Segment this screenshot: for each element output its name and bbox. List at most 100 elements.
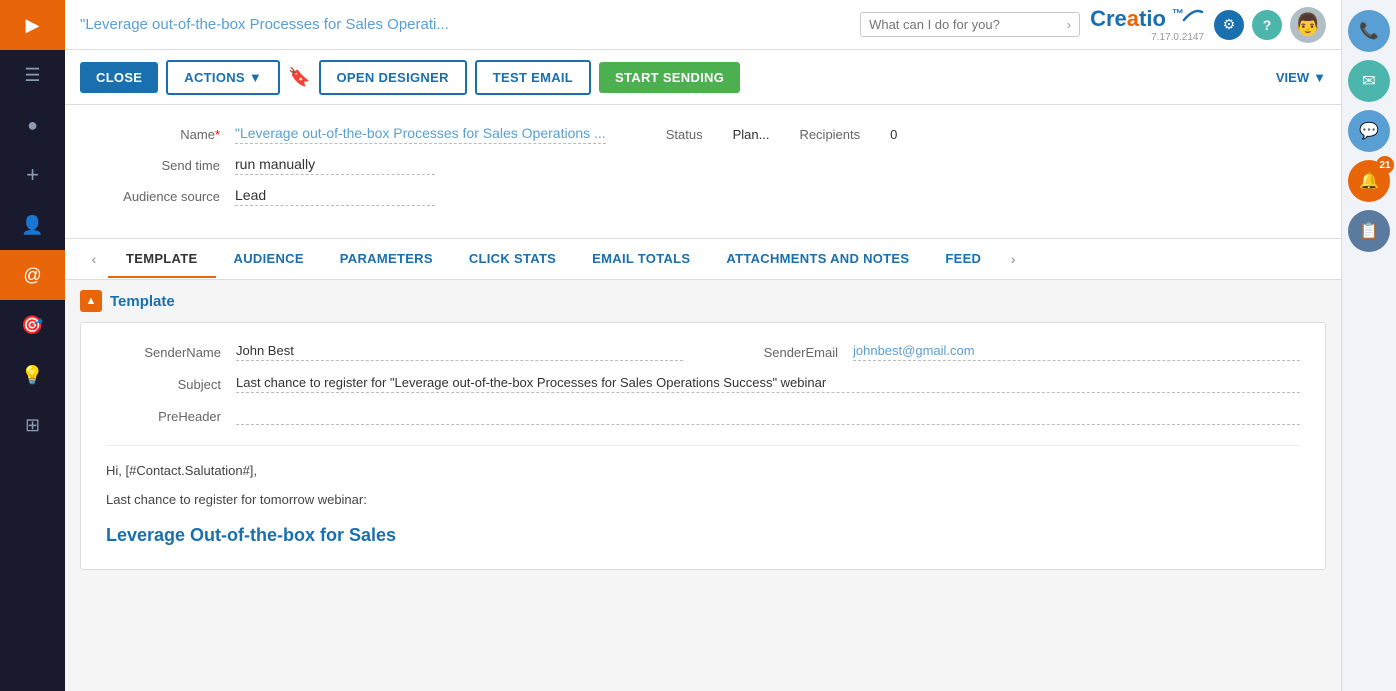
- test-email-button[interactable]: TEST EMAIL: [475, 60, 591, 95]
- tab-email-totals[interactable]: EMAIL TOTALS: [574, 241, 708, 278]
- logo-area: Creatio ™ 7.17.0.2147: [1090, 6, 1204, 43]
- dropdown-arrow-icon: ▼: [249, 70, 262, 85]
- preheader-value[interactable]: [236, 407, 1300, 425]
- view-dropdown-icon: ▼: [1313, 70, 1326, 85]
- template-section-toggle[interactable]: ▲: [80, 290, 102, 312]
- chevron-right-icon: ▶: [26, 15, 40, 36]
- form-row-audience: Audience source Lead: [95, 187, 1311, 206]
- phone-icon: 📞: [1359, 21, 1379, 41]
- tab-prev-arrow[interactable]: ‹: [80, 239, 108, 279]
- chevron-right-icon: ›: [1067, 17, 1071, 32]
- content-area: ▲ Template SenderName John Best SenderEm…: [65, 280, 1341, 691]
- sidebar-item-user[interactable]: 👤: [0, 200, 65, 250]
- preheader-label: PreHeader: [106, 409, 236, 424]
- creatio-logo: Creatio ™: [1090, 6, 1184, 32]
- bulb-icon: 💡: [21, 365, 43, 386]
- status-value: Plan...: [733, 127, 770, 142]
- right-sidebar: 📞 ✉ 💬 🔔 21 📋: [1341, 0, 1396, 691]
- help-icon[interactable]: ?: [1252, 10, 1282, 40]
- sidebar-collapse-button[interactable]: ▶: [0, 0, 65, 50]
- sidebar-item-grid[interactable]: ⊞: [0, 400, 65, 450]
- creatio-swoosh: [1182, 8, 1204, 22]
- clipboard-icon: 📋: [1359, 221, 1379, 241]
- header-actions: ⚙ ? 👨: [1214, 7, 1326, 43]
- tab-next-arrow[interactable]: ›: [999, 239, 1027, 279]
- sender-email-value[interactable]: johnbest@gmail.com: [853, 343, 1300, 361]
- bookmark-button[interactable]: 🔖: [288, 67, 310, 88]
- email-body: Hi, [#Contact.Salutation#], Last chance …: [106, 445, 1300, 549]
- actions-button[interactable]: ACTIONS ▼: [166, 60, 280, 95]
- subject-field-row: Subject Last chance to register for "Lev…: [106, 375, 1300, 393]
- settings-icon[interactable]: ⚙: [1214, 10, 1244, 40]
- template-sender-row: SenderName John Best SenderEmail johnbes…: [106, 343, 1300, 361]
- send-time-value[interactable]: run manually: [235, 156, 435, 175]
- plus-icon: +: [26, 162, 39, 188]
- sender-name-label: SenderName: [106, 345, 236, 360]
- bell-icon: 🔔: [1359, 171, 1379, 191]
- view-label: VIEW: [1276, 70, 1309, 85]
- name-value[interactable]: "Leverage out-of-the-box Processes for S…: [235, 125, 606, 144]
- version-text: 7.17.0.2147: [1151, 32, 1204, 43]
- open-designer-button[interactable]: OPEN DESIGNER: [319, 60, 467, 95]
- notification-button[interactable]: 🔔 21: [1348, 160, 1390, 202]
- actions-label: ACTIONS: [184, 70, 245, 85]
- template-section-header: ▲ Template: [80, 290, 1326, 312]
- email-button[interactable]: ✉: [1348, 60, 1390, 102]
- tab-click-stats[interactable]: CLICK STATS: [451, 241, 574, 278]
- tab-template[interactable]: TEMPLATE: [108, 241, 216, 278]
- at-icon: @: [23, 265, 41, 286]
- start-sending-button[interactable]: START SENDING: [599, 62, 740, 93]
- clipboard-button[interactable]: 📋: [1348, 210, 1390, 252]
- tab-audience[interactable]: AUDIENCE: [216, 241, 322, 278]
- status-label: Status: [666, 127, 703, 142]
- phone-button[interactable]: 📞: [1348, 10, 1390, 52]
- email-line1: Last chance to register for tomorrow web…: [106, 490, 1300, 511]
- top-header: "Leverage out-of-the-box Processes for S…: [65, 0, 1341, 50]
- email-greeting: Hi, [#Contact.Salutation#],: [106, 461, 1300, 482]
- subject-value[interactable]: Last chance to register for "Leverage ou…: [236, 375, 1300, 393]
- menu-icon: ☰: [24, 65, 40, 86]
- sidebar-item-add[interactable]: +: [0, 150, 65, 200]
- play-icon: ●: [27, 115, 38, 136]
- tab-feed[interactable]: FEED: [927, 241, 999, 278]
- search-box[interactable]: ›: [860, 12, 1080, 37]
- main-area: "Leverage out-of-the-box Processes for S…: [65, 0, 1341, 691]
- tab-parameters[interactable]: PARAMETERS: [322, 241, 451, 278]
- target-icon: 🎯: [21, 315, 43, 336]
- template-card: SenderName John Best SenderEmail johnbes…: [80, 322, 1326, 570]
- sidebar-item-play[interactable]: ●: [0, 100, 65, 150]
- toolbar: CLOSE ACTIONS ▼ 🔖 OPEN DESIGNER TEST EMA…: [65, 50, 1341, 105]
- chat-button[interactable]: 💬: [1348, 110, 1390, 152]
- tabs-bar: ‹ TEMPLATE AUDIENCE PARAMETERS CLICK STA…: [65, 239, 1341, 280]
- form-area: Name* "Leverage out-of-the-box Processes…: [65, 105, 1341, 239]
- close-button[interactable]: CLOSE: [80, 62, 158, 93]
- form-row-name: Name* "Leverage out-of-the-box Processes…: [95, 125, 1311, 144]
- chat-icon: 💬: [1359, 121, 1379, 141]
- email-icon: ✉: [1362, 71, 1375, 91]
- sidebar-item-email[interactable]: @: [0, 250, 65, 300]
- sidebar-item-menu[interactable]: ☰: [0, 50, 65, 100]
- page-title: "Leverage out-of-the-box Processes for S…: [80, 16, 850, 33]
- avatar[interactable]: 👨: [1290, 7, 1326, 43]
- form-row-send-time: Send time run manually: [95, 156, 1311, 175]
- audience-source-value[interactable]: Lead: [235, 187, 435, 206]
- left-sidebar: ▶ ☰ ● + 👤 @ 🎯 💡 ⊞: [0, 0, 65, 691]
- view-button[interactable]: VIEW ▼: [1276, 70, 1326, 85]
- sender-name-value[interactable]: John Best: [236, 343, 683, 361]
- subject-label: Subject: [106, 377, 236, 392]
- status-area: Status Plan... Recipients 0: [666, 127, 898, 142]
- search-input[interactable]: [869, 17, 1061, 32]
- email-heading: Leverage Out-of-the-box for Sales: [106, 521, 1300, 550]
- recipients-label: Recipients: [799, 127, 860, 142]
- name-label-text: Name: [180, 127, 215, 142]
- recipients-value: 0: [890, 127, 897, 142]
- grid-icon: ⊞: [25, 415, 40, 436]
- sidebar-item-bulb[interactable]: 💡: [0, 350, 65, 400]
- sender-email-field: SenderEmail johnbest@gmail.com: [683, 343, 1300, 361]
- tab-attachments-notes[interactable]: ATTACHMENTS AND NOTES: [708, 241, 927, 278]
- sender-name-field: SenderName John Best: [106, 343, 683, 361]
- sidebar-item-target[interactable]: 🎯: [0, 300, 65, 350]
- preheader-field-row: PreHeader: [106, 407, 1300, 425]
- user-icon: 👤: [21, 215, 43, 236]
- sender-email-label: SenderEmail: [723, 345, 853, 360]
